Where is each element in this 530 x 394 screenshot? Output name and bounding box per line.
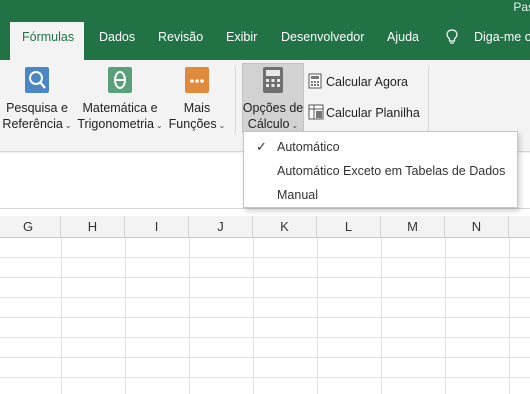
lightbulb-icon xyxy=(446,29,458,44)
tab-revisao[interactable]: Revisão xyxy=(158,22,203,60)
checkmark-icon: ✓ xyxy=(256,139,267,154)
calc-now-label: Calcular Agora xyxy=(326,75,408,89)
chevron-down-icon: ⌄ xyxy=(155,121,163,130)
grid-line xyxy=(445,238,446,394)
tab-ajuda[interactable]: Ajuda xyxy=(387,22,419,60)
lookup-reference-button[interactable]: Pesquisa e Referência ⌄ xyxy=(2,66,72,134)
calc-options-label-2: Cálculo xyxy=(247,117,290,131)
tab-desenvolvedor[interactable]: Desenvolvedor xyxy=(281,22,364,60)
grid-line xyxy=(0,337,530,338)
chevron-down-icon: ⌄ xyxy=(64,121,72,130)
column-header-m[interactable]: M xyxy=(381,216,445,238)
calc-sheet-button[interactable]: Calcular Planilha xyxy=(308,104,420,122)
grid-line xyxy=(0,257,530,258)
ribbon-separator xyxy=(235,66,236,134)
tell-me-label: Diga-me o xyxy=(474,30,530,44)
column-header-h[interactable]: H xyxy=(61,216,125,238)
column-headers: G H I J K L M N xyxy=(0,216,530,238)
calculator-icon xyxy=(263,67,283,93)
more-label-1: Mais xyxy=(183,101,211,115)
grid-line xyxy=(0,357,530,358)
tab-dados[interactable]: Dados xyxy=(99,22,135,60)
calc-sheet-icon xyxy=(308,104,324,120)
calc-now-icon xyxy=(308,73,322,89)
calc-options-content[interactable]: Opções de Cálculo ⌄ xyxy=(242,66,304,134)
grid-line xyxy=(125,238,126,394)
column-header-n[interactable]: N xyxy=(445,216,509,238)
window-title: Pas xyxy=(513,0,530,14)
calc-options-menu: ✓ Automático Automático Exceto em Tabela… xyxy=(243,131,518,208)
menu-item-automatic[interactable]: ✓ Automático xyxy=(244,136,517,158)
math-trig-button[interactable]: Matemática e Trigonometria ⌄ xyxy=(76,66,164,134)
grid-line xyxy=(0,297,530,298)
lookup-book-icon xyxy=(25,67,49,93)
grid-line xyxy=(61,238,62,394)
more-functions-book-icon xyxy=(185,67,209,93)
column-header-g[interactable]: G xyxy=(0,216,61,238)
grid-line xyxy=(0,317,530,318)
grid-line xyxy=(189,238,190,394)
menu-item-label: Automático Exceto em Tabelas de Dados xyxy=(277,164,506,178)
grid-line xyxy=(0,377,530,378)
calc-sheet-label: Calcular Planilha xyxy=(326,106,420,120)
ribbon-separator xyxy=(428,66,429,134)
more-functions-button[interactable]: Mais Funções ⌄ xyxy=(166,66,228,134)
lookup-label-1: Pesquisa e xyxy=(6,101,68,115)
grid-line xyxy=(381,238,382,394)
menu-item-manual[interactable]: Manual xyxy=(244,184,517,206)
chevron-down-icon: ⌄ xyxy=(218,121,226,130)
more-label-2: Funções xyxy=(168,117,217,131)
theta-book-icon xyxy=(108,67,132,93)
tab-exibir[interactable]: Exibir xyxy=(226,22,257,60)
grid-line xyxy=(317,238,318,394)
menu-item-label: Automático xyxy=(277,140,340,154)
column-header-k[interactable]: K xyxy=(253,216,317,238)
column-header-l[interactable]: L xyxy=(317,216,381,238)
grid-line xyxy=(0,277,530,278)
math-label-1: Matemática e xyxy=(82,101,158,115)
calc-now-button[interactable]: Calcular Agora xyxy=(308,73,408,91)
tab-formulas[interactable]: Fórmulas xyxy=(10,22,84,62)
math-label-2: Trigonometria xyxy=(77,117,154,131)
menu-item-label: Manual xyxy=(277,188,318,202)
cell-grid[interactable] xyxy=(0,238,530,394)
menu-item-automatic-except-tables[interactable]: Automático Exceto em Tabelas de Dados xyxy=(244,160,517,182)
column-header-i[interactable]: I xyxy=(125,216,189,238)
grid-line xyxy=(253,238,254,394)
lookup-label-2: Referência xyxy=(2,117,63,131)
grid-line xyxy=(509,238,510,394)
chevron-down-icon: ⌄ xyxy=(291,121,299,130)
calc-options-label-1: Opções de xyxy=(242,101,304,115)
column-header-j[interactable]: J xyxy=(189,216,253,238)
